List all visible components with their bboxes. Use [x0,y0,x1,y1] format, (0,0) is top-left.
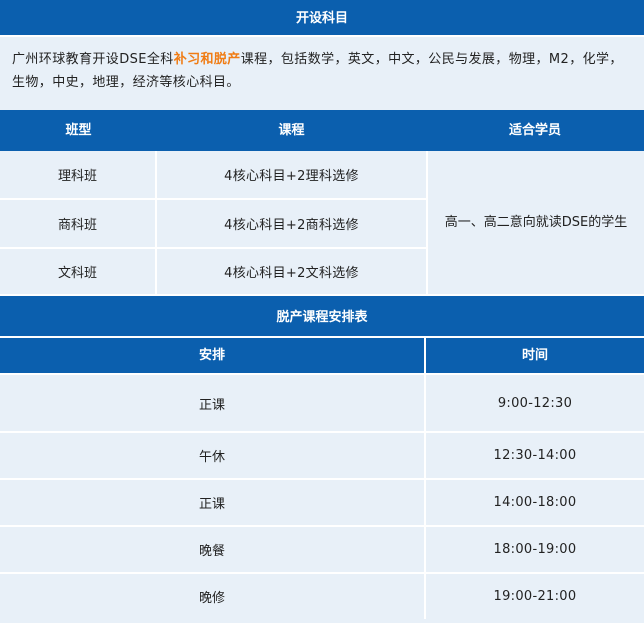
time-cell: 14:00-18:00 [493,495,577,510]
suitable-students-cell: 高一、高二意向就读DSE的学生 [426,151,644,294]
arrangement-cell: 晚修 [0,574,426,619]
time-cell: 12:30-14:00 [493,448,577,463]
class-table-body: 理科班 4核心科目+2理科选修 商科班 4核心科目+2商科选修 文科班 4核心科… [0,151,644,294]
table-row: 晚修 19:00-21:00 [0,572,644,619]
header-time: 时间 [521,348,548,363]
table-row: 午休 12:30-14:00 [0,431,644,478]
class-type-cell: 理科班 [0,151,157,198]
section-title-schedule: 脱产课程安排表 [0,294,644,338]
course-cell: 4核心科目+2文科选修 [224,266,359,281]
course-cell: 4核心科目+2商科选修 [224,218,359,233]
section-title-subjects: 开设科目 [0,0,644,37]
time-cell: 19:00-21:00 [493,589,577,604]
arrangement-cell: 午休 [0,433,426,478]
table-row: 正课 14:00-18:00 [0,478,644,525]
class-type-cell: 商科班 [0,200,157,247]
table-row: 商科班 4核心科目+2商科选修 [0,200,426,249]
arrangement-cell: 晚餐 [0,527,426,572]
intro-text-before: 广州环球教育开设DSE全科 [12,52,174,67]
arrangement-cell: 正课 [0,375,426,431]
table-row: 晚餐 18:00-19:00 [0,525,644,572]
time-cell: 18:00-19:00 [493,542,577,557]
time-cell: 9:00-12:30 [497,395,573,411]
intro-highlight: 补习和脱产 [173,52,241,67]
header-suitable-students: 适合学员 [508,123,561,138]
intro-paragraph: 广州环球教育开设DSE全科补习和脱产课程，包括数学，英文，中文，公民与发展，物理… [0,37,644,110]
header-class-type: 班型 [65,123,92,138]
course-cell: 4核心科目+2理科选修 [224,169,359,184]
header-course: 课程 [278,123,305,138]
table-row: 文科班 4核心科目+2文科选修 [0,249,426,294]
class-table-header: 班型 课程 适合学员 [0,110,644,151]
arrangement-cell: 正课 [0,480,426,525]
class-table-rows: 理科班 4核心科目+2理科选修 商科班 4核心科目+2商科选修 文科班 4核心科… [0,151,426,294]
header-arrangement: 安排 [0,338,426,373]
class-type-cell: 文科班 [0,249,157,294]
schedule-table-header: 安排 时间 [0,338,644,373]
table-row: 正课 9:00-12:30 [0,373,644,431]
table-row: 理科班 4核心科目+2理科选修 [0,151,426,200]
course-info-page: 开设科目 广州环球教育开设DSE全科补习和脱产课程，包括数学，英文，中文，公民与… [0,0,644,623]
